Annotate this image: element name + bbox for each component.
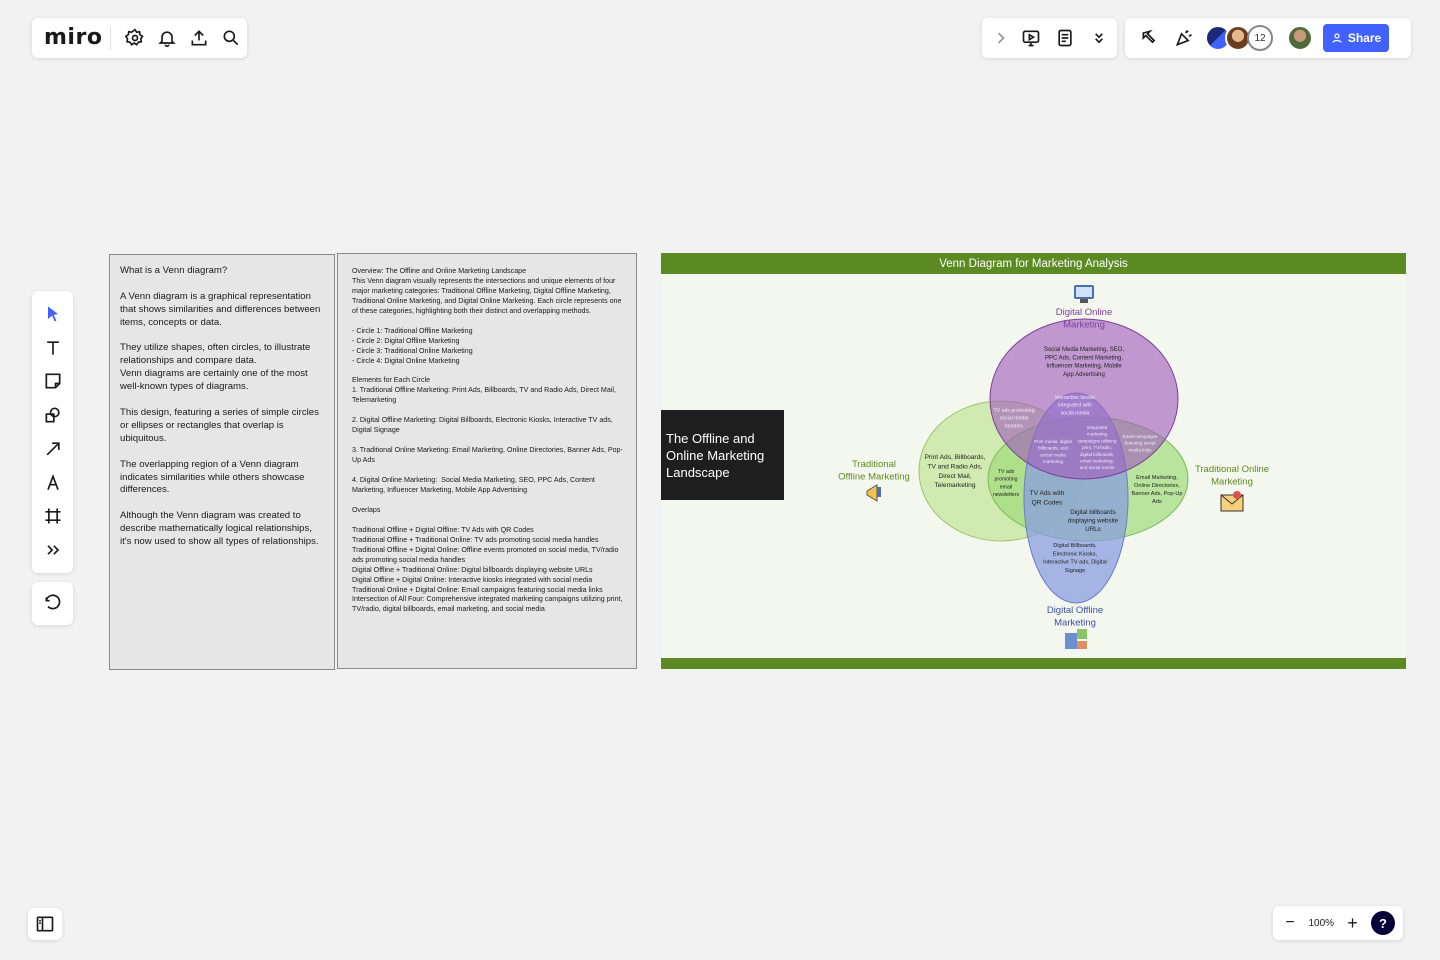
sticky-note-icon[interactable]: [36, 365, 70, 399]
collaboration-toolbar: 12 Share: [1125, 18, 1411, 58]
collaborators-count-badge[interactable]: 12: [1247, 25, 1273, 51]
user-icon: [1332, 33, 1342, 43]
email-icon: [1220, 491, 1244, 512]
megaphone-icon: [866, 484, 881, 502]
undo-icon[interactable]: [36, 587, 70, 621]
zoom-in-button[interactable]: +: [1344, 913, 1362, 934]
venn-diagram: Digital Online Marketing Traditional Offlin…: [838, 285, 1269, 649]
search-icon[interactable]: [215, 21, 247, 55]
sidebar-toggle[interactable]: [28, 908, 62, 940]
undo-panel: [32, 582, 73, 625]
frame-icon[interactable]: [36, 500, 70, 534]
text-tool-icon[interactable]: [36, 331, 70, 365]
cursor-follow-icon[interactable]: [1133, 21, 1167, 55]
collaborator-avatars[interactable]: 12: [1205, 25, 1313, 51]
digital-offline-label[interactable]: Digital Offline Marketing: [1047, 605, 1103, 629]
celebrate-icon[interactable]: [1167, 21, 1201, 55]
board-tools-toolbar: [982, 18, 1117, 58]
kiosks-social-region[interactable]: Interactive kiosks integrated with social …: [1055, 395, 1095, 416]
top-left-toolbar: miro: [32, 18, 247, 58]
miro-logo[interactable]: miro: [44, 26, 112, 50]
zoom-controls: − 100% + ?: [1273, 906, 1403, 940]
settings-icon[interactable]: [119, 21, 151, 55]
digital-online-label[interactable]: Digital Online Marketing: [1056, 307, 1113, 331]
venn-diagram-frame[interactable]: Venn Diagram for Marketing Analysis The …: [661, 253, 1406, 669]
venn-explanation-card[interactable]: What is a Venn diagram? A Venn diagram i…: [109, 254, 335, 670]
chevron-right-icon[interactable]: [988, 21, 1014, 55]
bell-icon[interactable]: [151, 21, 183, 55]
presentation-icon[interactable]: [1014, 21, 1048, 55]
chevron-double-down-icon[interactable]: [1082, 21, 1116, 55]
zoom-out-button[interactable]: −: [1281, 914, 1299, 932]
zoom-level[interactable]: 100%: [1308, 918, 1334, 929]
upload-icon[interactable]: [183, 21, 215, 55]
venn-footer: [661, 658, 1406, 669]
select-cursor-icon[interactable]: [36, 297, 70, 331]
share-button[interactable]: Share: [1323, 24, 1389, 52]
devices-icon: [1065, 629, 1087, 649]
help-button[interactable]: ?: [1370, 911, 1395, 935]
traditional-offline-label[interactable]: Traditional Offline Marketing: [838, 459, 910, 483]
creation-toolbar: [32, 291, 73, 573]
computer-icon: [1074, 285, 1094, 303]
share-label: Share: [1347, 31, 1382, 45]
sidebar-panel-icon: [36, 916, 54, 932]
shapes-icon[interactable]: [36, 398, 70, 432]
more-tools-icon[interactable]: [36, 533, 70, 567]
traditional-online-label[interactable]: Traditional Online Marketing: [1195, 464, 1269, 488]
overview-card[interactable]: Overview: The Offline and Online Marketi…: [337, 253, 637, 669]
current-user-avatar[interactable]: [1287, 25, 1313, 51]
pen-icon[interactable]: [36, 466, 70, 500]
arrow-line-icon[interactable]: [36, 432, 70, 466]
notes-icon[interactable]: [1048, 21, 1082, 55]
